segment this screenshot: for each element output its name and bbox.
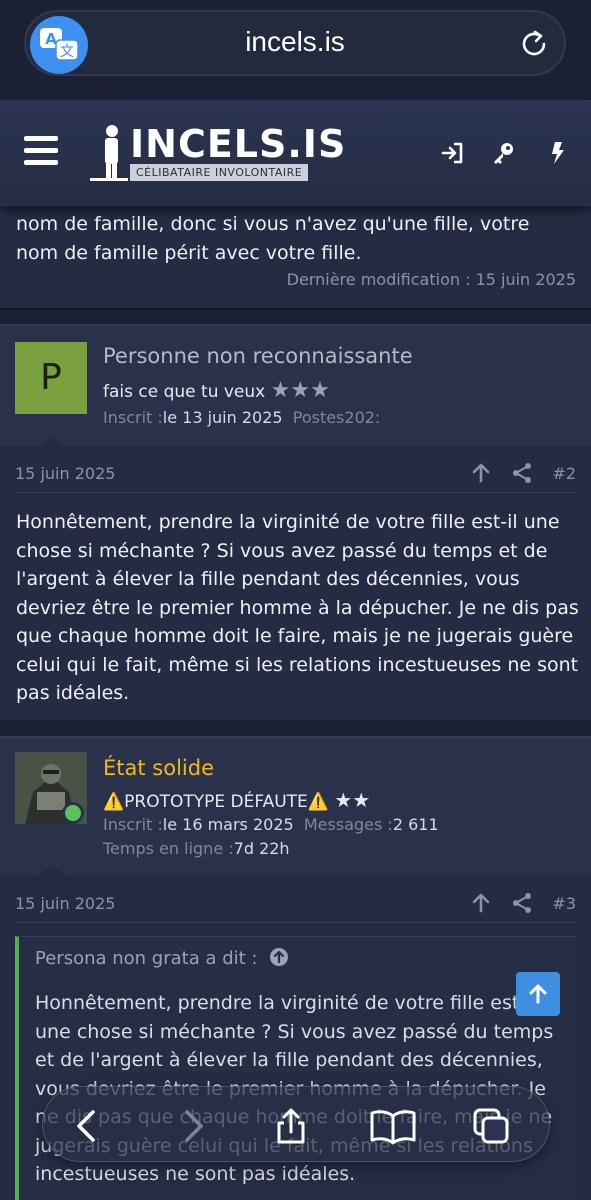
- messages-value: 2 611: [392, 815, 439, 834]
- address-bar[interactable]: A 文 incels.is: [24, 10, 566, 76]
- post-body: Honnêtement, prendre la virginité de vot…: [16, 511, 579, 704]
- last-edited-label: Dernière modification : 15 juin 2025: [286, 270, 576, 289]
- post-number[interactable]: #2: [552, 464, 576, 483]
- joined-value: le 13 juin 2025: [162, 408, 283, 427]
- svg-text:文: 文: [60, 44, 74, 60]
- user-title: fais ce que tu veux: [103, 382, 266, 402]
- browser-top-bar: A 文 incels.is: [0, 0, 591, 96]
- tabs-icon[interactable]: [471, 1106, 511, 1146]
- joined-label: Inscrit :: [103, 815, 163, 834]
- quote-header[interactable]: Persona non grata a dit :: [35, 947, 289, 969]
- post-actions: #3: [456, 892, 576, 916]
- online-time-value: 7d 22h: [233, 839, 290, 858]
- login-icon[interactable]: [440, 140, 466, 166]
- user-meta: Inscrit :le 16 mars 2025 Messages :2 611: [103, 815, 439, 834]
- translate-icon: A 文: [40, 28, 79, 61]
- user-title-line: ⚠️PROTOTYPE DÉFAUTE⚠️ ★★: [103, 788, 370, 812]
- user-block-caret: [36, 864, 68, 878]
- book-icon[interactable]: [369, 1106, 417, 1146]
- quote-author[interactable]: Persona non grata a dit :: [35, 948, 257, 969]
- posts-value: 202:: [344, 408, 381, 427]
- previous-post-fragment: nom de famille, donc si vous n'avez qu'u…: [0, 206, 591, 310]
- post-date[interactable]: 15 juin 2025: [15, 464, 115, 483]
- online-time-label: Temps en ligne :: [103, 839, 234, 858]
- messages-label: Messages :: [303, 815, 393, 834]
- url-text[interactable]: incels.is: [106, 26, 484, 58]
- hamburger-icon[interactable]: [24, 136, 58, 166]
- post-number[interactable]: #3: [552, 894, 576, 913]
- post-date[interactable]: 15 juin 2025: [15, 894, 115, 913]
- user-stars: ★★★: [270, 378, 330, 403]
- translate-button[interactable]: A 文: [30, 16, 88, 74]
- arrow-up-icon[interactable]: [470, 462, 492, 484]
- key-icon[interactable]: [490, 140, 516, 166]
- user-title-line: fais ce que tu veux ★★★: [103, 378, 330, 403]
- arrow-up-icon[interactable]: [470, 892, 492, 914]
- arrow-up-icon: [529, 984, 547, 1004]
- site-logo-text[interactable]: INCELS.IS: [130, 122, 346, 166]
- user-block-caret: [36, 434, 68, 448]
- avatar[interactable]: P: [15, 342, 87, 414]
- share-icon[interactable]: [511, 892, 533, 914]
- divider: [15, 922, 576, 923]
- user-meta: Inscrit :le 13 juin 2025 Postes202:: [103, 408, 380, 427]
- bolt-icon[interactable]: [545, 140, 571, 166]
- chevron-right-icon[interactable]: [173, 1106, 213, 1146]
- user-title: ⚠️PROTOTYPE DÉFAUTE⚠️: [103, 792, 329, 812]
- username[interactable]: État solide: [103, 756, 214, 780]
- user-stars: ★★: [334, 788, 371, 812]
- reload-icon[interactable]: [518, 28, 550, 60]
- post-2: P Personne non reconnaissante fais ce qu…: [0, 324, 591, 720]
- online-status-dot: [62, 802, 84, 824]
- site-header: INCELS.IS CÉLIBATAIRE INVOLONTAIRE: [0, 100, 591, 206]
- user-info-block: P Personne non reconnaissante fais ce qu…: [0, 326, 591, 448]
- scroll-to-top-button[interactable]: [516, 972, 560, 1016]
- username[interactable]: Personne non reconnaissante: [103, 344, 413, 368]
- posts-label: Postes: [292, 408, 345, 427]
- chevron-left-icon[interactable]: [67, 1106, 107, 1146]
- user-info-block: État solide ⚠️PROTOTYPE DÉFAUTE⚠️ ★★ Ins…: [0, 738, 591, 878]
- divider: [15, 492, 576, 493]
- post-body: nom de famille, donc si vous n'avez qu'u…: [16, 213, 530, 264]
- arrow-up-circle-icon[interactable]: [269, 947, 289, 967]
- logo-figure-icon: [90, 125, 128, 181]
- share-icon[interactable]: [511, 462, 533, 484]
- post-actions: #2: [456, 462, 576, 486]
- joined-label: Inscrit :: [103, 408, 163, 427]
- site-logo-subtitle: CÉLIBATAIRE INVOLONTAIRE: [130, 164, 309, 181]
- user-meta-online: Temps en ligne :7d 22h: [103, 839, 290, 858]
- browser-bottom-toolbar: [42, 1086, 550, 1162]
- joined-value: le 16 mars 2025: [162, 815, 294, 834]
- share-sheet-icon[interactable]: [271, 1106, 311, 1146]
